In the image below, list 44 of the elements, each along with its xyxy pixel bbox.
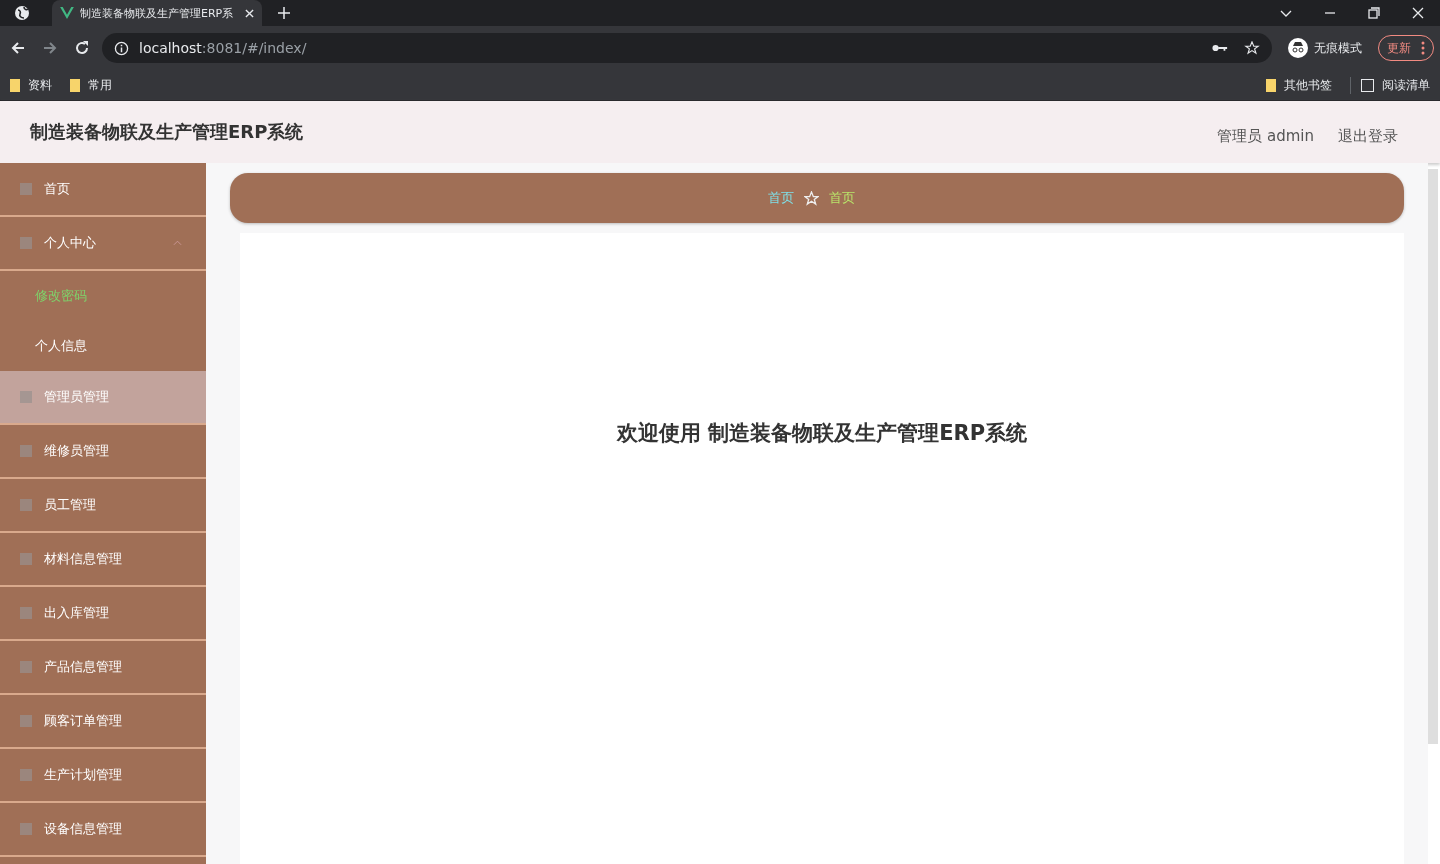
menu-icon [20, 445, 32, 457]
menu-icon [20, 499, 32, 511]
menu-icon [20, 553, 32, 565]
reading-list[interactable]: 阅读清单 [1350, 76, 1430, 94]
menu-icon [20, 237, 32, 249]
submenu-item[interactable]: 个人信息 [0, 321, 206, 371]
menu-icon [20, 715, 32, 727]
restore-icon[interactable] [1368, 7, 1380, 19]
back-icon[interactable] [10, 40, 26, 56]
welcome-text: 欢迎使用 制造装备物联及生产管理ERP系统 [616, 420, 1028, 447]
more-icon [1421, 41, 1425, 55]
incognito-button[interactable]: 无痕模式 [1288, 38, 1362, 58]
new-tab-icon[interactable] [278, 7, 290, 19]
scrollbar[interactable] [1428, 169, 1438, 744]
menu-icon [20, 183, 32, 195]
menu-icon [20, 607, 32, 619]
menu-icon [20, 823, 32, 835]
user-name: 管理员 admin [1217, 125, 1314, 146]
sidebar-item[interactable]: 管理员管理 [0, 371, 206, 425]
globe-icon [14, 5, 30, 21]
forward-icon[interactable] [42, 40, 58, 56]
app-title: 制造装备物联及生产管理ERP系统 [30, 120, 304, 144]
logout-link[interactable]: 退出登录 [1338, 118, 1398, 146]
info-icon [114, 40, 129, 56]
breadcrumb-link[interactable]: 首页 [768, 189, 794, 207]
star-icon [804, 190, 819, 206]
menu-icon [20, 769, 32, 781]
update-button[interactable]: 更新 [1378, 35, 1434, 61]
menu-icon [20, 391, 32, 403]
other-bookmarks[interactable]: 其他书签 [1266, 76, 1332, 94]
url-text: localhost:8081/#/index/ [139, 40, 307, 56]
breadcrumb-link[interactable]: 首页 [829, 189, 855, 207]
close-icon[interactable] [1412, 7, 1424, 19]
bookmark[interactable]: 资料 [10, 76, 52, 94]
menu-icon [20, 661, 32, 673]
reload-icon[interactable] [74, 40, 90, 56]
bookmark[interactable]: 常用 [70, 76, 112, 94]
submenu-item[interactable]: 修改密码 [0, 271, 206, 321]
close-icon[interactable] [245, 8, 254, 18]
incognito-icon [1288, 38, 1308, 58]
v-logo-icon [60, 7, 74, 19]
browser-tab[interactable]: 制造装备物联及生产管理ERP系 [52, 0, 262, 26]
star-icon[interactable] [1244, 41, 1260, 55]
address-bar[interactable]: localhost:8081/#/index/ [102, 33, 1272, 63]
